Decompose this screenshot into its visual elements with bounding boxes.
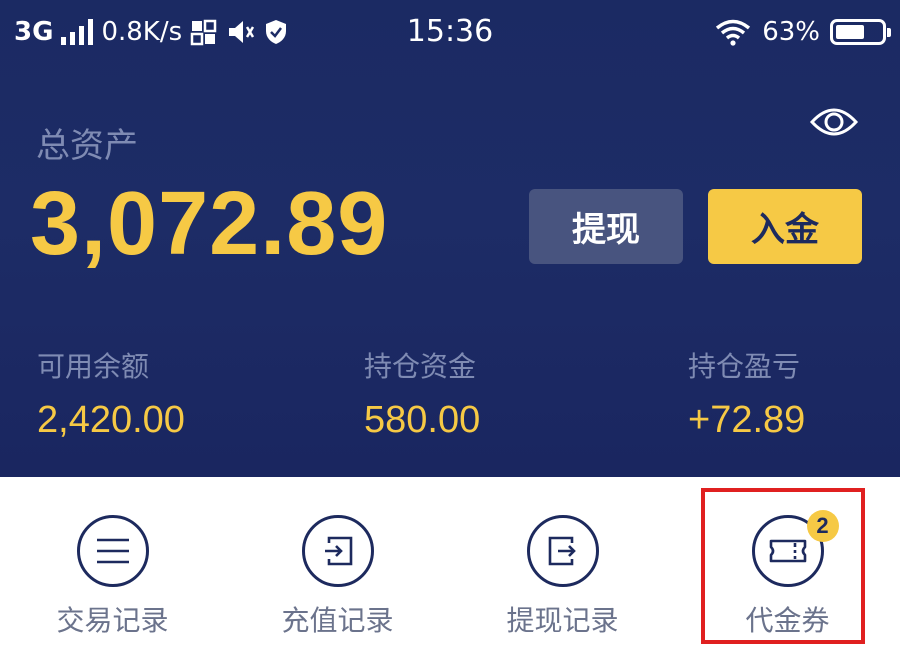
ticket-icon: 2	[751, 510, 839, 587]
list-icon	[76, 515, 149, 587]
action-label: 充值记录	[281, 604, 394, 637]
total-assets-value: 3,072.89	[30, 174, 389, 274]
battery-percent: 63%	[762, 17, 820, 47]
withdraw-records-button[interactable]: 提现记录	[450, 507, 675, 639]
deposit-button[interactable]: 入金	[708, 189, 862, 264]
stat-label: 持仓资金	[364, 350, 477, 383]
position-funds: 持仓资金 580.00	[364, 346, 480, 442]
voucher-button[interactable]: 2 代金券	[675, 507, 900, 639]
available-balance: 可用余额 2,420.00	[37, 346, 185, 442]
total-assets-label: 总资产	[36, 126, 138, 166]
quick-actions: 交易记录 充值记录 提现记录 2 代金券	[0, 477, 900, 657]
exit-icon	[526, 515, 599, 587]
action-label: 交易记录	[56, 604, 169, 637]
eye-icon[interactable]	[809, 100, 859, 144]
login-icon	[301, 515, 374, 587]
status-bar: 3G 0.8K/s 15:36 63%	[0, 0, 900, 64]
action-label: 提现记录	[506, 604, 619, 637]
stat-value: 580.00	[364, 399, 481, 441]
stat-value: +72.89	[688, 399, 806, 441]
action-label: 代金券	[745, 604, 830, 637]
account-summary-panel: 3G 0.8K/s 15:36 63% 总资产 3,072.89 提现 入金 可…	[0, 0, 900, 477]
battery-icon	[830, 19, 891, 45]
wifi-icon	[716, 19, 751, 46]
deposit-records-button[interactable]: 充值记录	[225, 507, 450, 639]
stat-label: 持仓盈亏	[688, 350, 801, 383]
trade-records-button[interactable]: 交易记录	[0, 507, 225, 639]
withdraw-button[interactable]: 提现	[529, 189, 683, 264]
stat-value: 2,420.00	[37, 399, 185, 441]
notification-badge: 2	[806, 510, 839, 542]
stat-label: 可用余额	[37, 350, 150, 383]
position-pnl: 持仓盈亏 +72.89	[688, 346, 805, 442]
